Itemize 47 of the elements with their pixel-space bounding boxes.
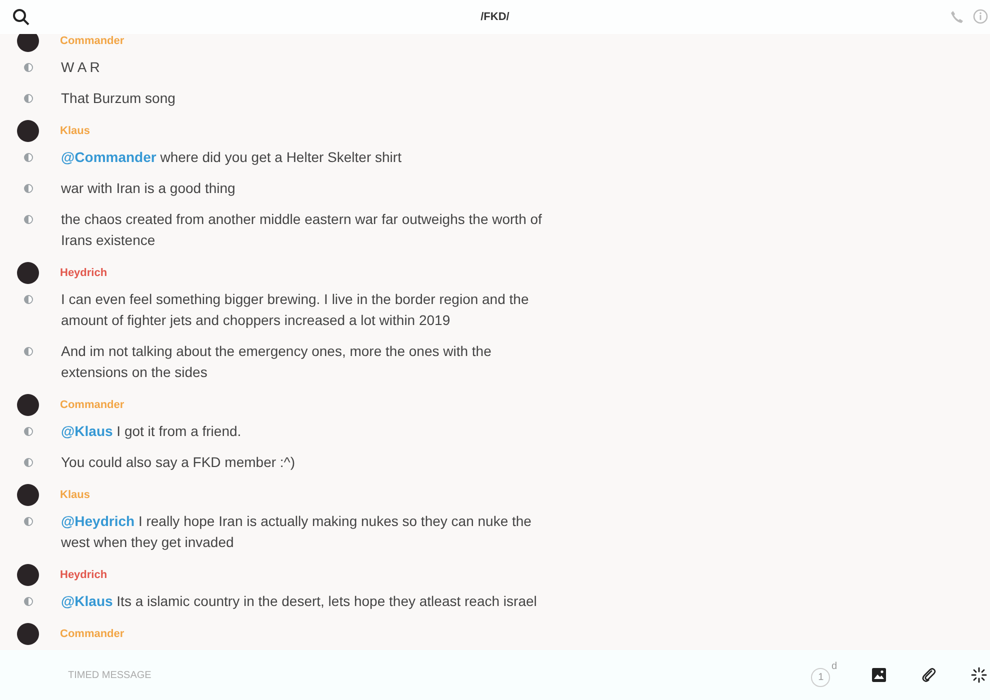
message-text: I can even feel something bigger brewing. I live in the border region and the amount of fighter jets and choppers increased a lot within 2019 [61,290,530,330]
sender-name: Klaus [60,489,90,501]
paperclip-icon[interactable] [921,667,937,683]
avatar [17,623,39,645]
read-status-icon [24,347,33,356]
avatar [17,34,39,52]
message-text: @Klaus I got it from a friend. [61,422,242,441]
read-status-icon [24,94,33,103]
image-icon[interactable] [871,667,887,683]
read-status-icon [24,597,33,606]
sender-name: Commander [60,35,124,47]
avatar [17,262,39,284]
message-text: war with Iran is a good thing [61,179,236,198]
search-icon[interactable] [12,8,30,26]
composer-bar[interactable]: TIMED MESSAGE 1 d [0,650,990,700]
message-input[interactable]: TIMED MESSAGE [66,664,812,686]
message-text: @Heydrich I really hope Iran is actually making nukes so they can nuke the west when they get invaded [61,512,532,552]
avatar [17,484,39,506]
read-status-icon [24,517,33,526]
read-status-icon [24,153,33,162]
sender-name: Klaus [60,125,90,137]
sparkle-icon[interactable] [971,667,987,683]
mention-link[interactable]: @Klaus [61,423,113,439]
read-status-icon [24,295,33,304]
read-status-icon [24,215,33,224]
avatar [17,394,39,416]
avatar [17,120,39,142]
sender-name: Commander [60,628,124,640]
sender-name: Commander [60,399,124,411]
message-text: @Klaus Its a islamic country in the desert, lets hope they atleast reach israel [61,592,538,611]
message-text: And im not talking about the emergency ones, more the ones with the extensions on the sides [61,342,492,382]
read-status-icon [24,427,33,436]
message-text: That Burzum song [61,89,176,108]
message-text: @Commander where did you get a Helter Skelter shirt [61,148,402,167]
mention-link[interactable]: @Heydrich [61,513,135,529]
sender-name: Heydrich [60,267,108,279]
read-status-icon [24,63,33,72]
read-status-icon [24,184,33,193]
mention-link[interactable]: @Commander [61,149,156,165]
message-text: W A R [61,58,101,77]
message-text: the chaos created from another middle eastern war far outweighs the worth of Irans existence [61,210,543,250]
avatar [17,564,39,586]
sender-name: Heydrich [60,569,108,581]
message-text: You could also say a FKD member :^) [61,453,296,472]
mention-link[interactable]: @Klaus [61,593,113,609]
chat-title: /FKD/ [480,11,510,23]
read-status-icon [24,458,33,467]
